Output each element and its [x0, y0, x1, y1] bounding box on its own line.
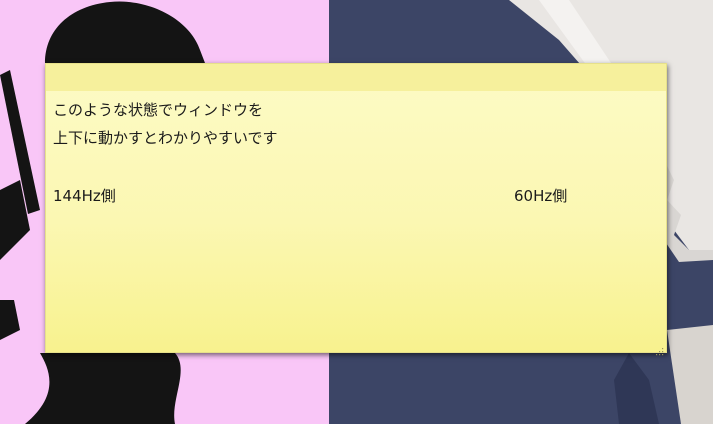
sticky-note-window[interactable]: このような状態でウィンドウを 上下に動かすとわかりやすいです 144Hz側 60… [45, 63, 667, 356]
sticky-note-text-area[interactable]: このような状態でウィンドウを 上下に動かすとわかりやすいです 144Hz側 60… [46, 91, 666, 353]
note-label-144hz: 144Hz側 [53, 187, 116, 205]
note-line-1: このような状態でウィンドウを [53, 101, 264, 119]
resize-grip-icon[interactable] [655, 341, 664, 356]
note-line-2: 上下に動かすとわかりやすいです [53, 129, 278, 147]
note-label-60hz: 60Hz側 [514, 187, 568, 205]
sticky-note-title-bar[interactable] [46, 64, 666, 91]
